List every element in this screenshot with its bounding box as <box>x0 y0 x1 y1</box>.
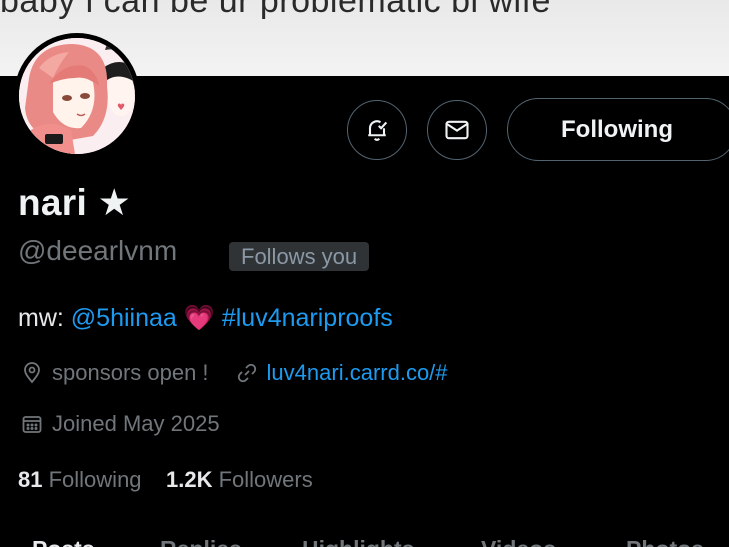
envelope-icon <box>445 120 469 140</box>
followers-label: Followers <box>218 467 313 492</box>
joined-text: Joined May 2025 <box>52 411 220 436</box>
star-icon: ★ <box>97 182 132 223</box>
bell-check-icon <box>368 120 388 141</box>
profile-tabs: Posts Replies Highlights Videos Photos <box>0 528 729 547</box>
following-count: 81 <box>18 467 43 492</box>
svg-text:♥: ♥ <box>117 103 125 113</box>
followers-stat-link[interactable]: 1.2K Followers <box>166 467 313 492</box>
tab-videos[interactable]: Videos <box>481 536 556 547</box>
following-label: Following <box>48 467 142 492</box>
tab-posts[interactable]: Posts <box>32 536 95 547</box>
display-name: nari ★ <box>18 181 131 224</box>
location-text: sponsors open ! <box>52 360 209 385</box>
following-stat-link[interactable]: 81 Following <box>18 467 142 492</box>
bio-mention-link[interactable]: @5hiinaa <box>71 304 177 332</box>
notification-bell-button[interactable] <box>347 100 407 160</box>
following-button[interactable]: Following <box>507 98 729 161</box>
joined-row: Joined May 2025 <box>20 411 220 437</box>
link-icon <box>237 363 256 383</box>
message-button[interactable] <box>427 100 487 160</box>
avatar[interactable]: ♥ <box>14 33 140 159</box>
calendar-icon <box>22 416 42 433</box>
website-link[interactable]: luv4nari.carrd.co/# <box>267 360 448 386</box>
heart-emoji: 💗 <box>183 304 215 332</box>
banner-text: baby i can be ur problematic bi wife <box>0 0 551 20</box>
avatar-image: ♥ <box>19 38 135 154</box>
followers-count: 1.2K <box>166 467 213 492</box>
user-handle: @deearlvnm <box>18 235 178 266</box>
bio-prefix: mw: <box>18 304 71 332</box>
follows-you-badge: Follows you <box>229 242 370 271</box>
location-pin-icon <box>24 362 40 384</box>
bio-hashtag-link[interactable]: #luv4nariproofs <box>222 304 393 332</box>
tab-photos[interactable]: Photos <box>626 536 704 547</box>
display-name-text: nari <box>18 182 88 223</box>
tab-highlights[interactable]: Highlights <box>302 536 414 547</box>
location-website-row: sponsors open ! luv4nari.carrd.co/# <box>20 360 448 386</box>
tab-replies[interactable]: Replies <box>160 536 242 547</box>
follow-stats: 81 Following 1.2K Followers <box>18 467 313 493</box>
bio: mw: @5hiinaa 💗 #luv4nariproofs <box>18 304 393 333</box>
